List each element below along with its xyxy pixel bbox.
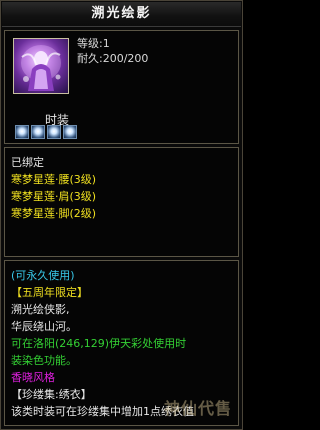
description-panel: (可永久使用) 【五周年限定】 溯光绘侠影, 华辰绕山河。 可在洛阳(246,1… <box>4 260 239 426</box>
costume-figure-icon <box>21 45 61 91</box>
item-durability: 耐久:200/200 <box>77 52 149 65</box>
gem-slot-icon[interactable] <box>31 125 45 139</box>
item-portrait <box>13 38 69 94</box>
style-tag: 香晓风格 <box>11 371 55 384</box>
binding-panel: 已绑定 寒梦星莲·腰(3级) 寒梦星莲·肩(3级) 寒梦星莲·脚(2级) <box>4 147 239 257</box>
gem-slot-icon[interactable] <box>15 125 29 139</box>
usage-text: (可永久使用) <box>11 269 75 282</box>
bound-status: 已绑定 <box>11 156 44 169</box>
set-piece: 寒梦星莲·肩(3级) <box>11 190 97 203</box>
item-header-panel: 等级:1 耐久:200/200 时装 <box>4 30 239 144</box>
gem-slot-icon[interactable] <box>63 125 77 139</box>
event-tag: 【五周年限定】 <box>11 286 88 299</box>
flavor-line: 华辰绕山河。 <box>11 320 77 333</box>
item-level: 等级:1 <box>77 37 110 50</box>
gem-slots <box>15 125 79 139</box>
dye-info: 装染色功能。 <box>11 354 77 367</box>
flavor-line: 溯光绘侠影, <box>11 303 70 316</box>
item-title: 溯光绘影 <box>2 2 241 27</box>
item-stats: 等级:1 耐久:200/200 <box>77 36 148 66</box>
set-piece: 寒梦星莲·腰(3级) <box>11 173 97 186</box>
watermark-logo: 神仙代售 <box>163 399 232 418</box>
item-tooltip: 溯光绘影 等级:1 耐久:200/200 时装 已绑定 寒梦星莲·腰(3级) 寒… <box>0 0 243 430</box>
gem-slot-icon[interactable] <box>47 125 61 139</box>
set-piece: 寒梦星莲·脚(2级) <box>11 207 97 220</box>
dye-info: 可在洛阳(246,129)伊天彩处使用时 <box>11 337 187 350</box>
